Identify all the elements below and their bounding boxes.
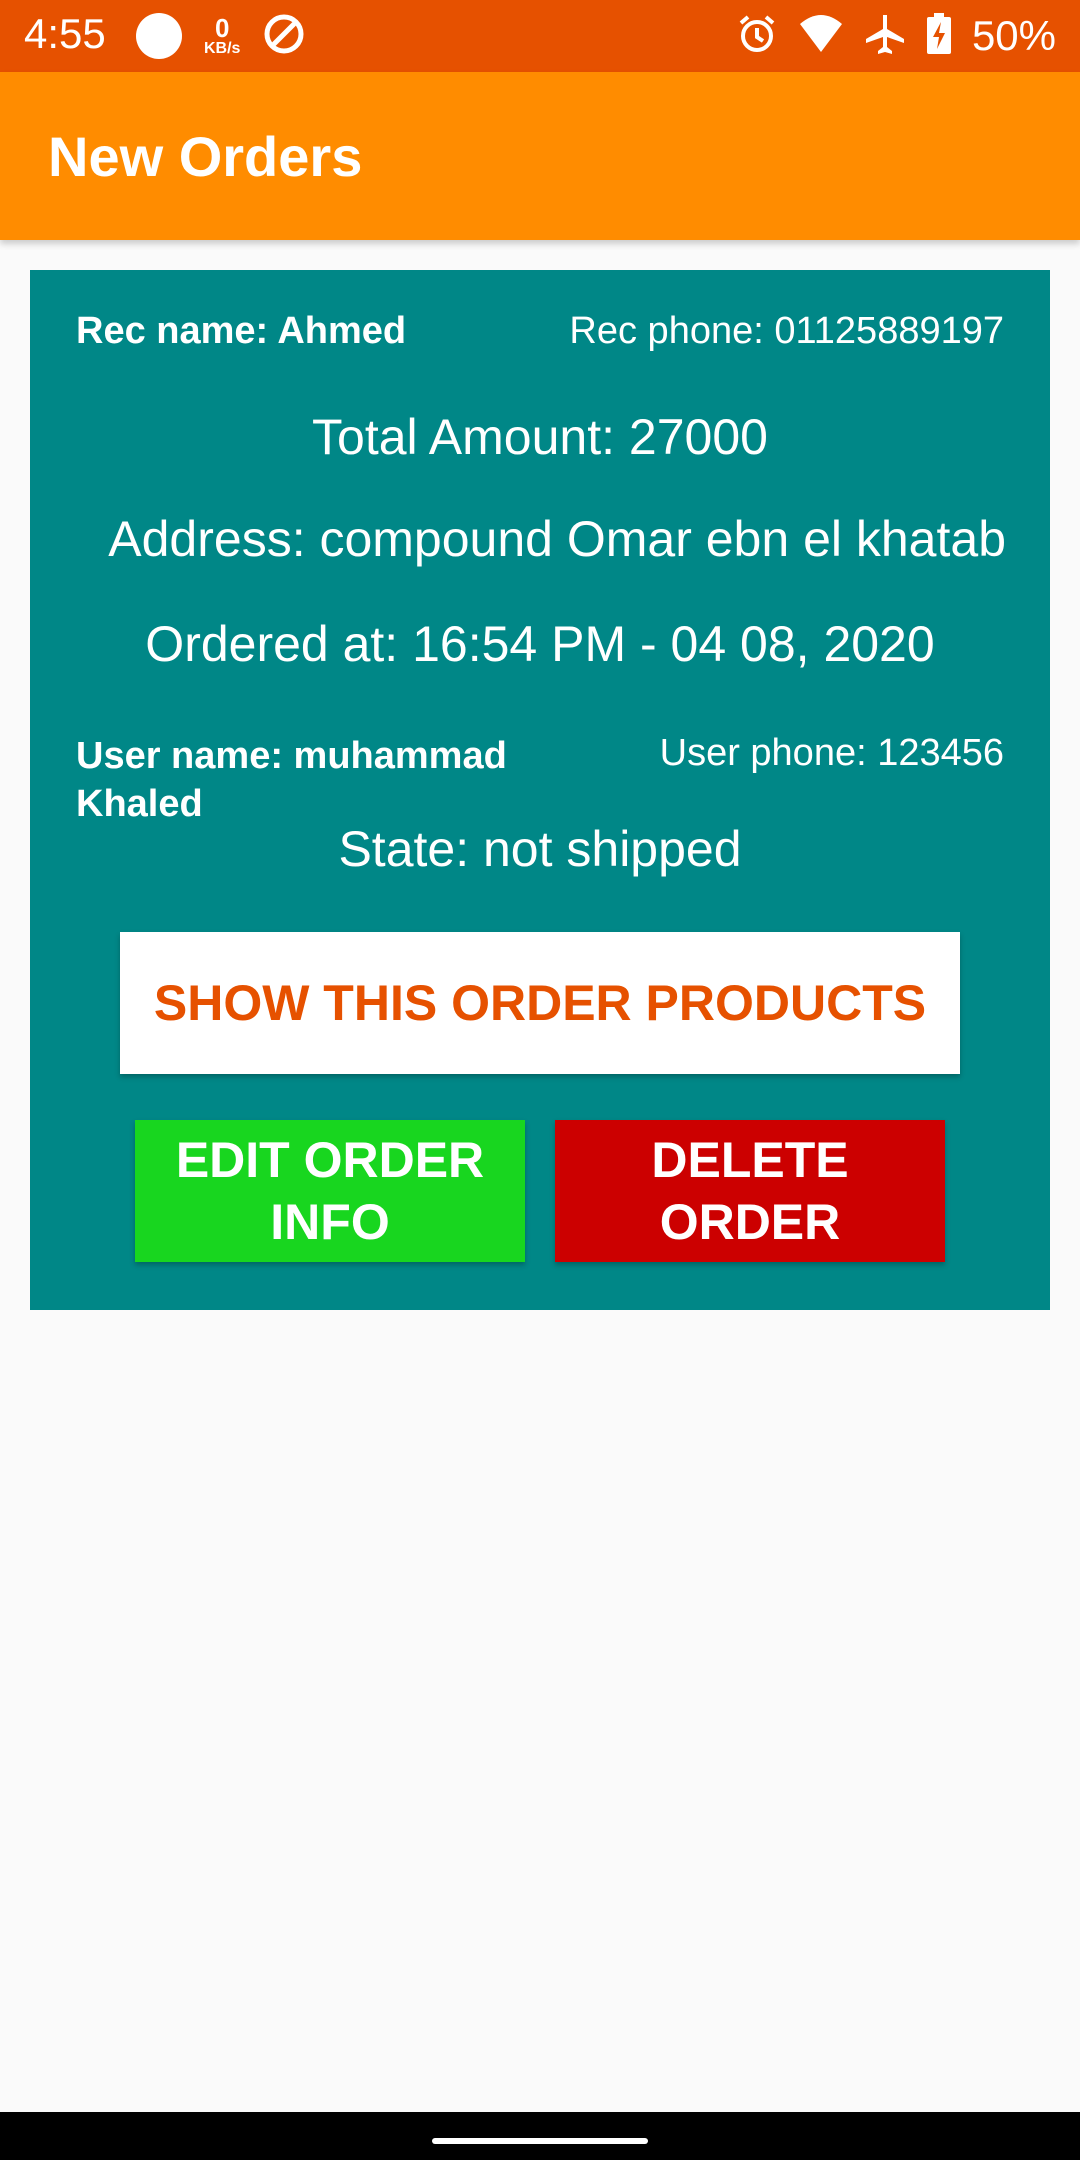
delete-order-button[interactable]: DELETE ORDER — [555, 1120, 945, 1262]
status-time: 4:55 — [24, 10, 106, 57]
net-speed-unit: KB/s — [204, 40, 241, 57]
user-name: User name: muhammad Khaled — [76, 735, 507, 825]
total-amount: Total Amount: 27000 — [312, 409, 768, 465]
alarm-icon — [736, 13, 778, 60]
order-address: Address: compound Omar ebn el khatab — [108, 511, 1006, 567]
recipient-phone: Rec phone: 01125889197 — [569, 310, 1004, 352]
net-speed-value: 0 — [214, 13, 230, 43]
data-usage-icon — [262, 12, 306, 61]
page-title: New Orders — [48, 125, 363, 188]
navigation-bar — [0, 2112, 1080, 2160]
show-order-products-button[interactable]: SHOW THIS ORDER PRODUCTS — [120, 932, 960, 1074]
net-speed-indicator: 0 KB/s — [204, 15, 240, 57]
app-notification-icon — [136, 13, 182, 59]
battery-charging-icon — [926, 12, 952, 60]
order-card: Rec name: Ahmed Rec phone: 01125889197 T… — [30, 270, 1050, 1310]
order-state: State: not shipped — [338, 821, 742, 877]
app-bar: New Orders — [0, 72, 1080, 240]
wifi-icon — [798, 14, 844, 59]
status-left-icons: 0 KB/s — [136, 10, 306, 62]
ordered-at: Ordered at: 16:54 PM - 04 08, 2020 — [145, 616, 935, 672]
home-gesture-handle[interactable] — [432, 2138, 648, 2144]
edit-order-info-button[interactable]: EDIT ORDER INFO — [135, 1120, 525, 1262]
user-phone: User phone: 123456 — [659, 732, 1004, 774]
status-right-icons: 50% — [736, 10, 1056, 62]
airplane-mode-icon — [864, 13, 906, 60]
recipient-name: Rec name: Ahmed — [76, 310, 407, 352]
status-bar: 4:55 0 KB/s 50% — [0, 0, 1080, 72]
battery-level: 50% — [971, 12, 1056, 59]
